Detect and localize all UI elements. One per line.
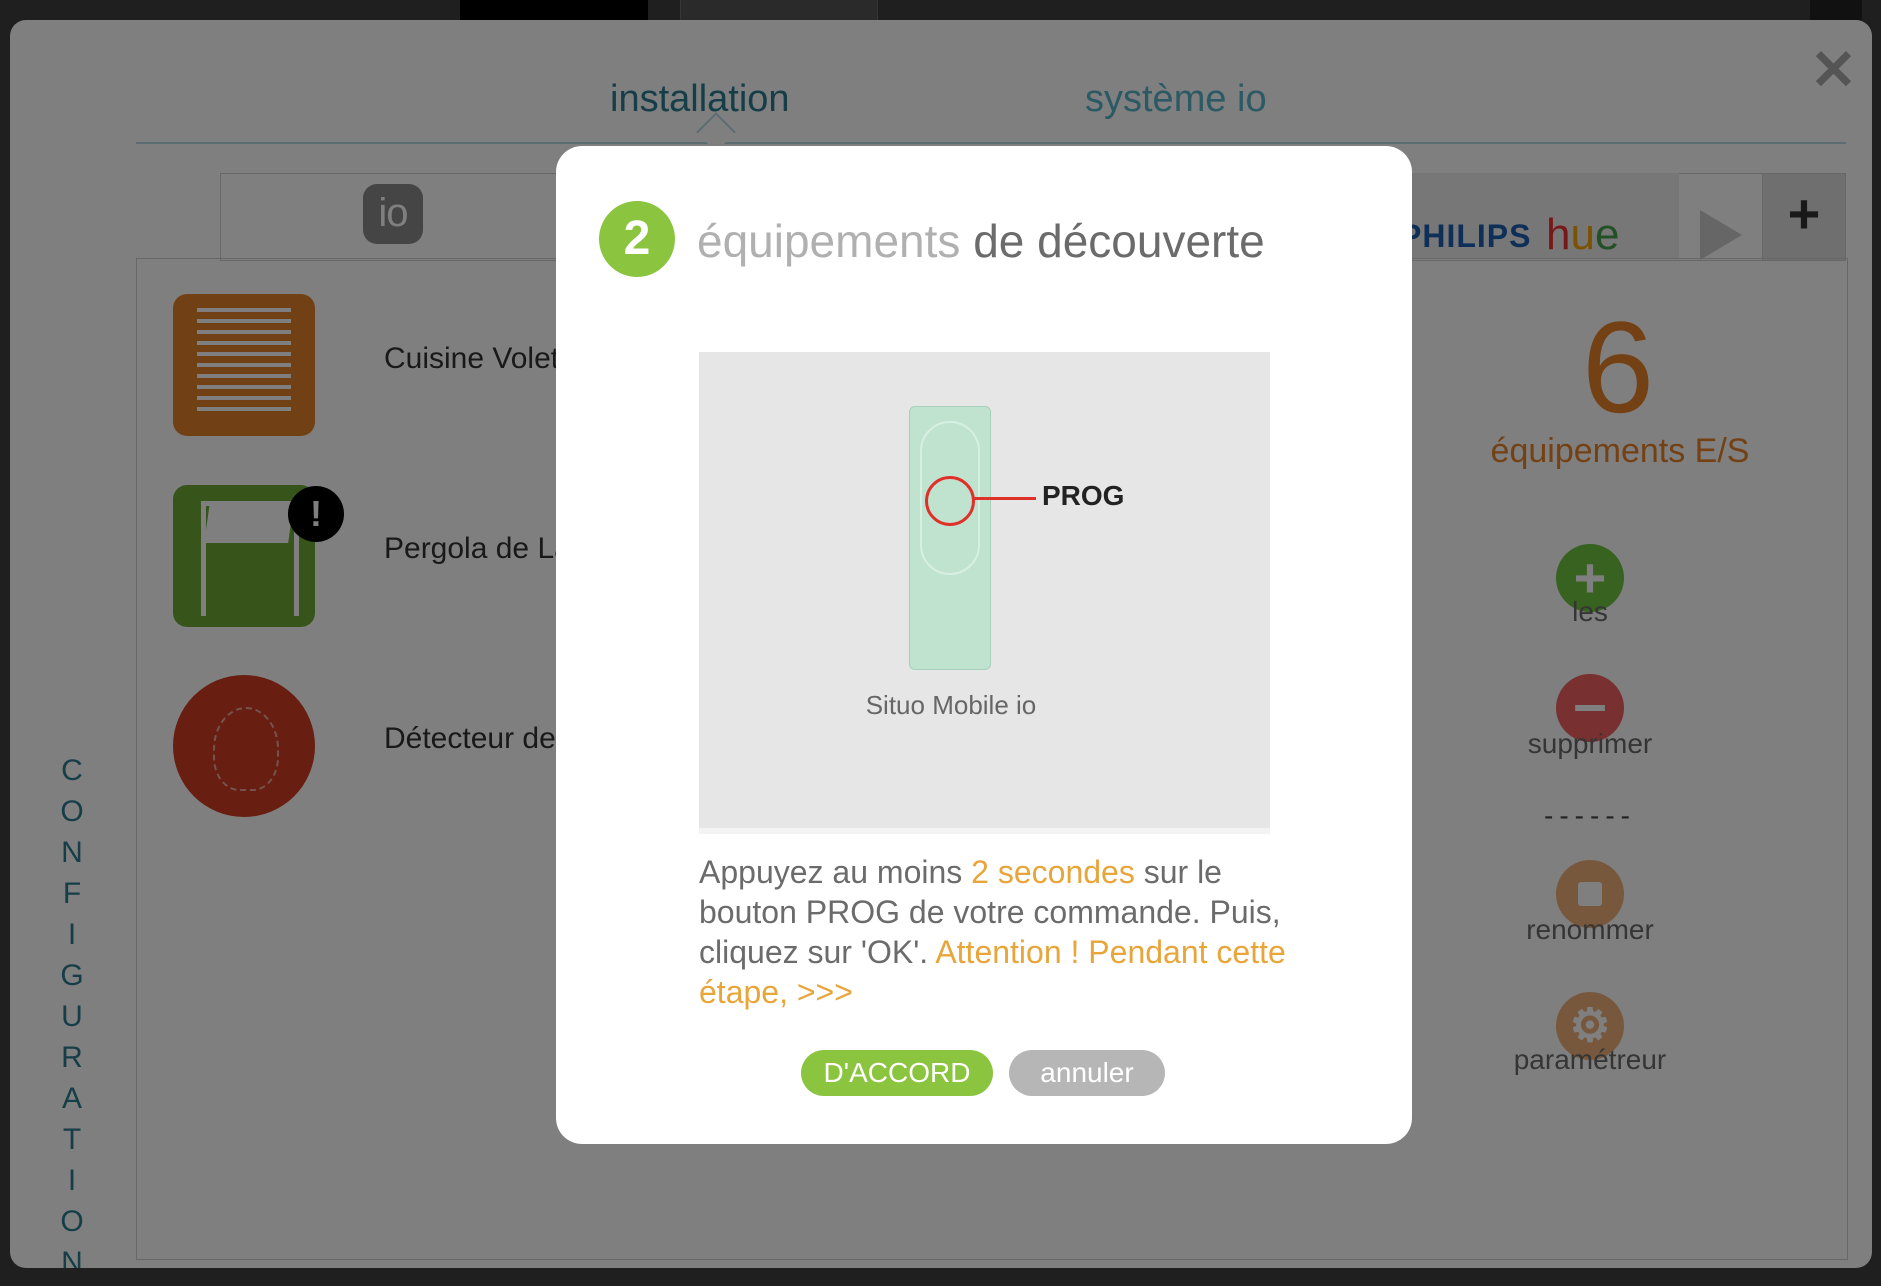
prog-button-highlight [925,476,975,526]
discovery-dialog: 2 équipements de découverte PROG Situo M… [556,146,1412,1144]
instruction-highlight: 2 secondes [971,854,1135,890]
prog-pointer-line [972,497,1036,500]
cancel-button[interactable]: annuler [1009,1050,1165,1096]
prog-label: PROG [1042,480,1125,511]
remote-caption: Situo Mobile io [865,690,1037,720]
dialog-title-part1: équipements [697,215,961,267]
dialog-title-part2: de découverte [973,215,1265,267]
remote-control-image [909,406,991,670]
dialog-instructions: Appuyez au moins 2 secondes sur le bouto… [699,852,1299,1012]
dialog-title: équipements de découverte [697,214,1265,268]
ok-button[interactable]: D'ACCORD [801,1050,993,1096]
step-number-badge: 2 [599,201,675,277]
instruction-text: Appuyez au moins [699,854,972,890]
remote-illustration: PROG Situo Mobile io [699,352,1270,834]
